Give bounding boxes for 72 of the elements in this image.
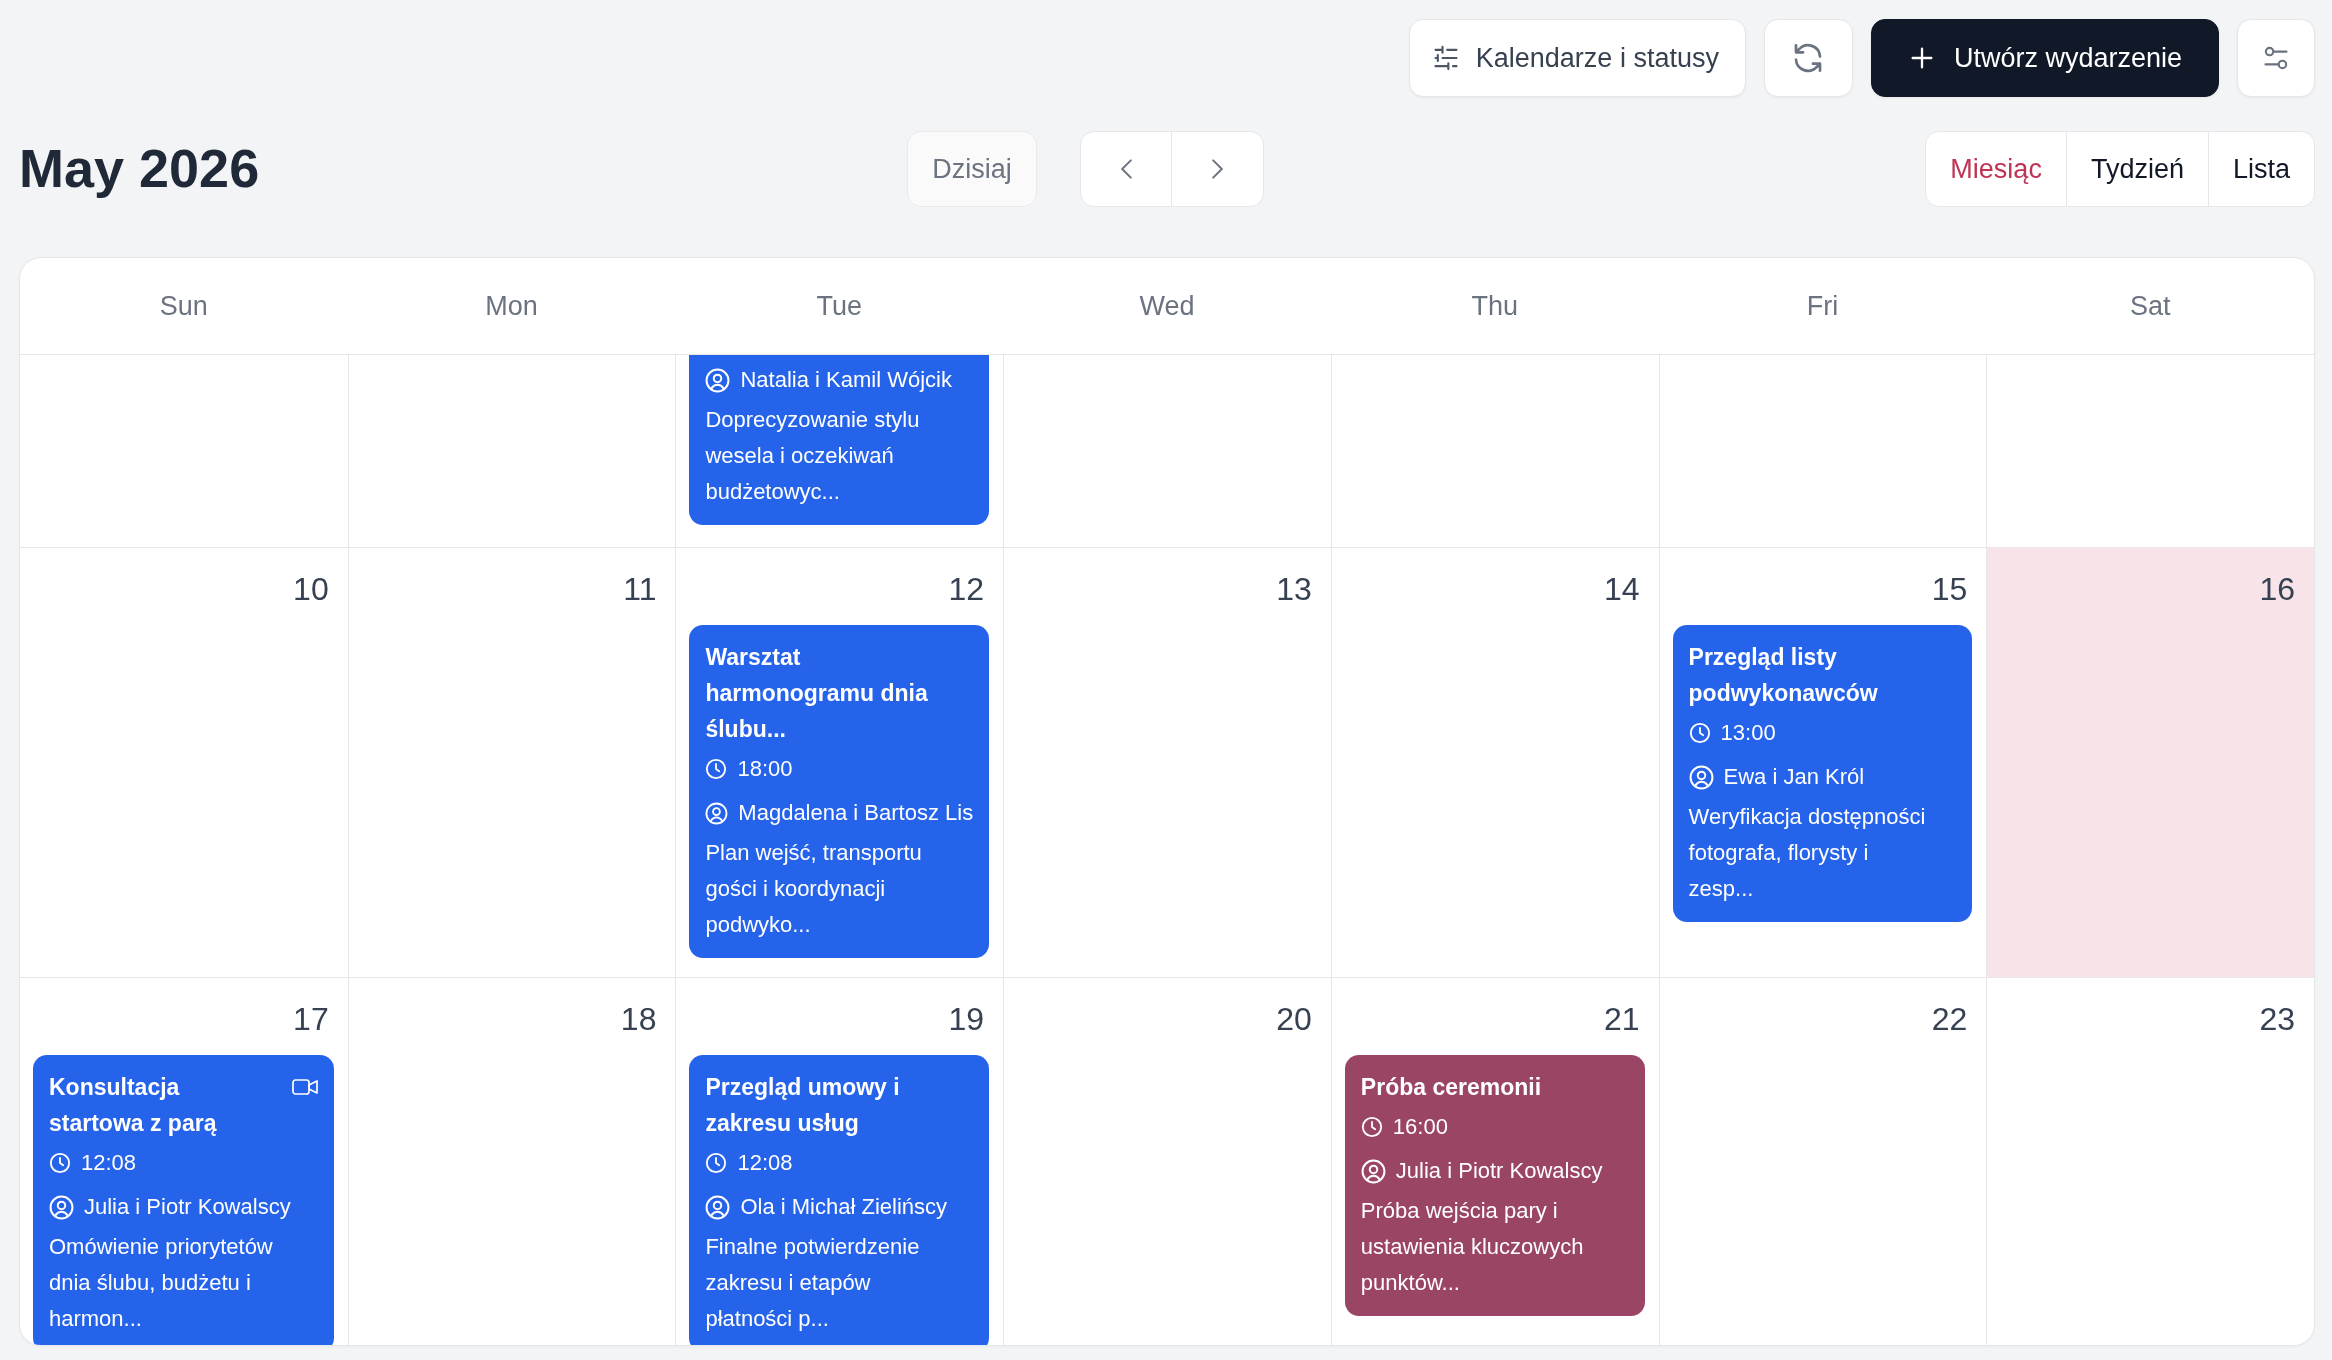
refresh-button[interactable] [1763, 19, 1853, 97]
weekday-label: Wed [1139, 290, 1195, 322]
day-number: 12 [948, 570, 986, 609]
event-description: Finalne potwierdzenie zakresu i etapów płatności p... [705, 1233, 921, 1333]
event-card[interactable]: Natalia i Kamil Wójcik Doprecyzowanie stylu wesela i oczekiwań budżetowyc... [689, 355, 990, 525]
user-circle-icon [705, 367, 731, 393]
weekday-label: Mon [485, 290, 538, 322]
day-number: 17 [293, 1000, 330, 1039]
weekday-label: Fri [1806, 290, 1839, 322]
clock-icon [705, 1152, 728, 1174]
event-card[interactable]: Warsztat harmonogramu dnia ślubu... 18:00 Magdalena i Bartosz Lis Plan wejść, transportu gości i koordynacji podwyko... [689, 625, 990, 958]
event-description: Próba wejścia pary i ustawienia kluczowych punktów... [1360, 1197, 1585, 1297]
event-title: Próba ceremonii [1360, 1073, 1543, 1102]
event-time: 12:08 [81, 1150, 137, 1176]
user-circle-icon [1360, 1158, 1386, 1184]
chevron-left-icon [1119, 158, 1133, 180]
event-card[interactable]: Próba ceremonii 16:00 Julia i Piotr Kowalscy Próba wejścia pary i ustawienia kluczowych punktów... [1344, 1055, 1645, 1316]
event-title: Warsztat harmonogramu dnia ślubu... [705, 643, 929, 744]
day-number: 14 [1603, 570, 1641, 609]
weekday-label: Sat [2129, 290, 2171, 322]
clock-icon [1688, 722, 1711, 744]
view-tab[interactable]: Lista [2208, 131, 2315, 207]
clock-icon [705, 758, 728, 780]
chevron-right-icon [1211, 158, 1224, 180]
event-description: Omówienie priorytetów dnia ślubu, budżetu i harmon... [49, 1233, 274, 1333]
event-card[interactable]: Konsultacja startowa z parą 12:08 Julia i Piotr Kowalscy Omówienie priorytetów dnia ślubu, budżetu i harmon... [33, 1055, 334, 1345]
event-client: Natalia i Kamil Wójcik [740, 367, 952, 393]
weekday-label: Thu [1471, 290, 1518, 322]
day-number: 10 [293, 570, 330, 609]
event-title: Przegląd listy podwykonawców [1688, 643, 1879, 708]
view-tab[interactable]: Tydzień [2066, 131, 2209, 207]
event-card[interactable]: Przegląd listy podwykonawców 13:00 Ewa i Jan Król Weryfikacja dostępności fotografa, florysty i zesp... [1672, 625, 1973, 922]
event-description: Weryfikacja dostępności fotografa, florysty i zesp... [1688, 803, 1927, 903]
event-time: 18:00 [737, 756, 793, 782]
event-title: Przegląd umowy i zakresu usług [705, 1073, 901, 1138]
calendars-button[interactable]: Kalendarze i statusy [1408, 19, 1746, 97]
settings-button[interactable] [2237, 19, 2315, 97]
event-client: Ola i Michał Zielińscy [740, 1194, 948, 1220]
event-client: Ewa i Jan Król [1723, 764, 1865, 790]
event-card[interactable]: Przegląd umowy i zakresu usług 12:08 Ola i Michał Zielińscy Finalne potwierdzenie zakresu i etapów płatności p... [689, 1055, 990, 1345]
view-tab[interactable]: Miesiąc [1925, 131, 2067, 207]
event-client: Julia i Piotr Kowalscy [84, 1194, 291, 1220]
day-number: 23 [2259, 1000, 2296, 1039]
event-time: 13:00 [1720, 720, 1776, 746]
day-number: 13 [1276, 570, 1313, 609]
create-event-button[interactable]: Utwórz wydarzenie [1870, 19, 2219, 97]
event-title: Konsultacja startowa z parą [49, 1073, 218, 1138]
clock-icon [1360, 1116, 1383, 1138]
user-circle-icon [49, 1194, 74, 1220]
event-client: Magdalena i Bartosz Lis [738, 800, 974, 826]
day-number: 21 [1603, 1000, 1641, 1039]
day-number: 15 [1931, 570, 1969, 609]
clock-icon [49, 1152, 71, 1174]
event-description: Doprecyzowanie stylu wesela i oczekiwań budżetowyc... [705, 406, 921, 506]
event-description: Plan wejść, transportu gości i koordynacji podwyko... [705, 839, 923, 939]
toggle-switches-icon [2262, 44, 2290, 72]
day-number: 19 [948, 1000, 986, 1039]
day-number: 20 [1276, 1000, 1313, 1039]
user-circle-icon [705, 800, 729, 826]
event-client: Julia i Piotr Kowalscy [1395, 1158, 1603, 1184]
weekday-label: Tue [816, 290, 863, 322]
day-number: 22 [1931, 1000, 1969, 1039]
event-time: 12:08 [737, 1150, 793, 1176]
user-circle-icon [705, 1194, 731, 1220]
day-number: 11 [623, 570, 658, 609]
month-title: May 2026 [19, 139, 260, 199]
today-button[interactable]: Dzisiaj [907, 131, 1037, 207]
day-number: 18 [620, 1000, 658, 1039]
day-number: 16 [2259, 570, 2296, 609]
event-time: 16:00 [1392, 1114, 1448, 1140]
weekday-label: Sun [159, 290, 208, 322]
user-circle-icon [1688, 764, 1714, 790]
